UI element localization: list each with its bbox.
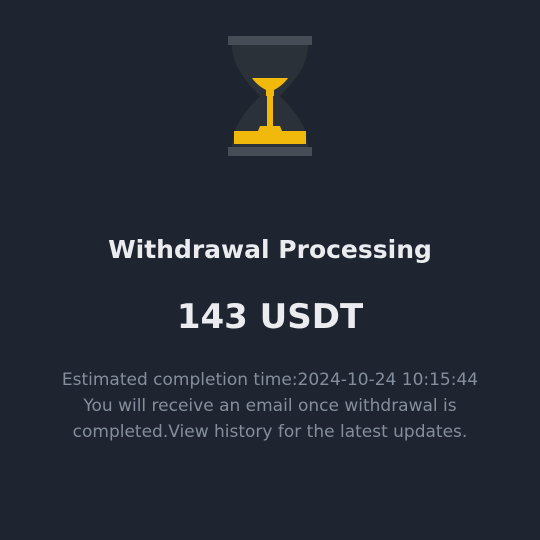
hourglass-icon [226, 34, 314, 158]
completed-text: completed. [72, 422, 169, 442]
view-history-link[interactable]: View history [168, 422, 272, 442]
estimate-label: Estimated completion time: [61, 370, 298, 390]
withdrawal-details: Estimated completion time:2024-10-24 10:… [20, 367, 520, 445]
email-notice: You will receive an email once withdrawa… [83, 396, 457, 416]
estimate-value: 2024-10-24 10:15:44 [297, 370, 479, 390]
withdrawal-amount: 143 USDT [176, 297, 364, 337]
estimate-line: Estimated completion time:2024-10-24 10:… [20, 367, 520, 393]
history-line: completed.View history for the latest up… [20, 419, 520, 445]
latest-updates-text: for the latest updates. [272, 422, 468, 442]
status-title: Withdrawal Processing [108, 235, 432, 264]
withdrawal-status-screen: Withdrawal Processing 143 USDT Estimated… [0, 0, 540, 540]
